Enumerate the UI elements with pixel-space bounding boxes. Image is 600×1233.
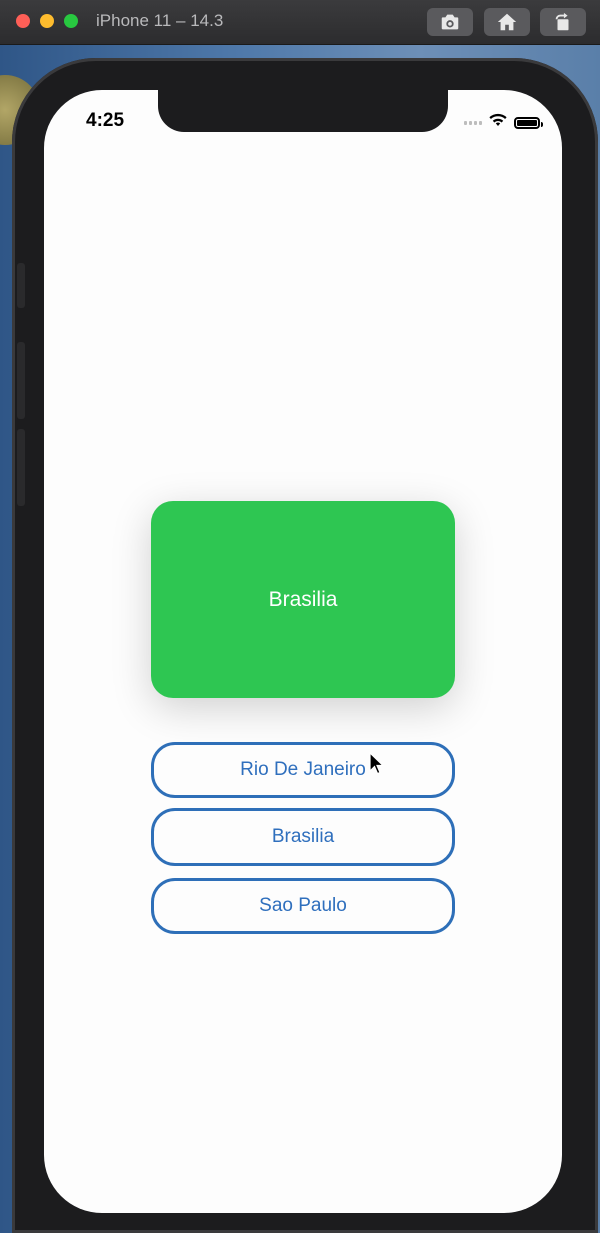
flag-card[interactable]: Brasilia bbox=[151, 501, 455, 698]
rotate-button[interactable] bbox=[540, 8, 586, 36]
notch bbox=[158, 90, 448, 132]
status-icons bbox=[464, 112, 543, 133]
cellular-signal-icon bbox=[464, 120, 482, 125]
home-button[interactable] bbox=[484, 8, 530, 36]
answer-label: Brasilia bbox=[271, 826, 335, 847]
answer-button-sao-paulo[interactable]: Sao Paulo bbox=[151, 878, 455, 934]
volume-up-button bbox=[17, 342, 25, 419]
answer-button-rio-de-janeiro[interactable]: Rio De Janeiro bbox=[151, 742, 455, 798]
screenshot-button[interactable] bbox=[427, 8, 473, 36]
close-window-button[interactable] bbox=[16, 14, 30, 28]
iphone-screen: 4:25 Brasilia Rio De Janeiro Brasilia Sa… bbox=[44, 90, 562, 1213]
status-time: 4:25 bbox=[86, 110, 125, 131]
minimize-window-button[interactable] bbox=[40, 14, 54, 28]
answer-label: Sao Paulo bbox=[259, 895, 347, 916]
flag-label: Brasilia bbox=[268, 587, 338, 611]
zoom-window-button[interactable] bbox=[64, 14, 78, 28]
silent-switch bbox=[17, 263, 25, 308]
home-icon bbox=[497, 13, 517, 31]
mouse-cursor-icon bbox=[369, 752, 385, 775]
volume-down-button bbox=[17, 429, 25, 506]
simulator-title-bar: iPhone 11 – 14.3 bbox=[0, 0, 600, 45]
answer-label: Rio De Janeiro bbox=[240, 759, 366, 780]
wifi-icon bbox=[488, 112, 508, 133]
battery-icon bbox=[514, 116, 543, 129]
window-title: iPhone 11 – 14.3 bbox=[96, 11, 224, 30]
rotate-icon bbox=[555, 12, 569, 31]
camera-icon bbox=[441, 14, 459, 30]
answer-button-brasilia[interactable]: Brasilia bbox=[151, 808, 455, 866]
